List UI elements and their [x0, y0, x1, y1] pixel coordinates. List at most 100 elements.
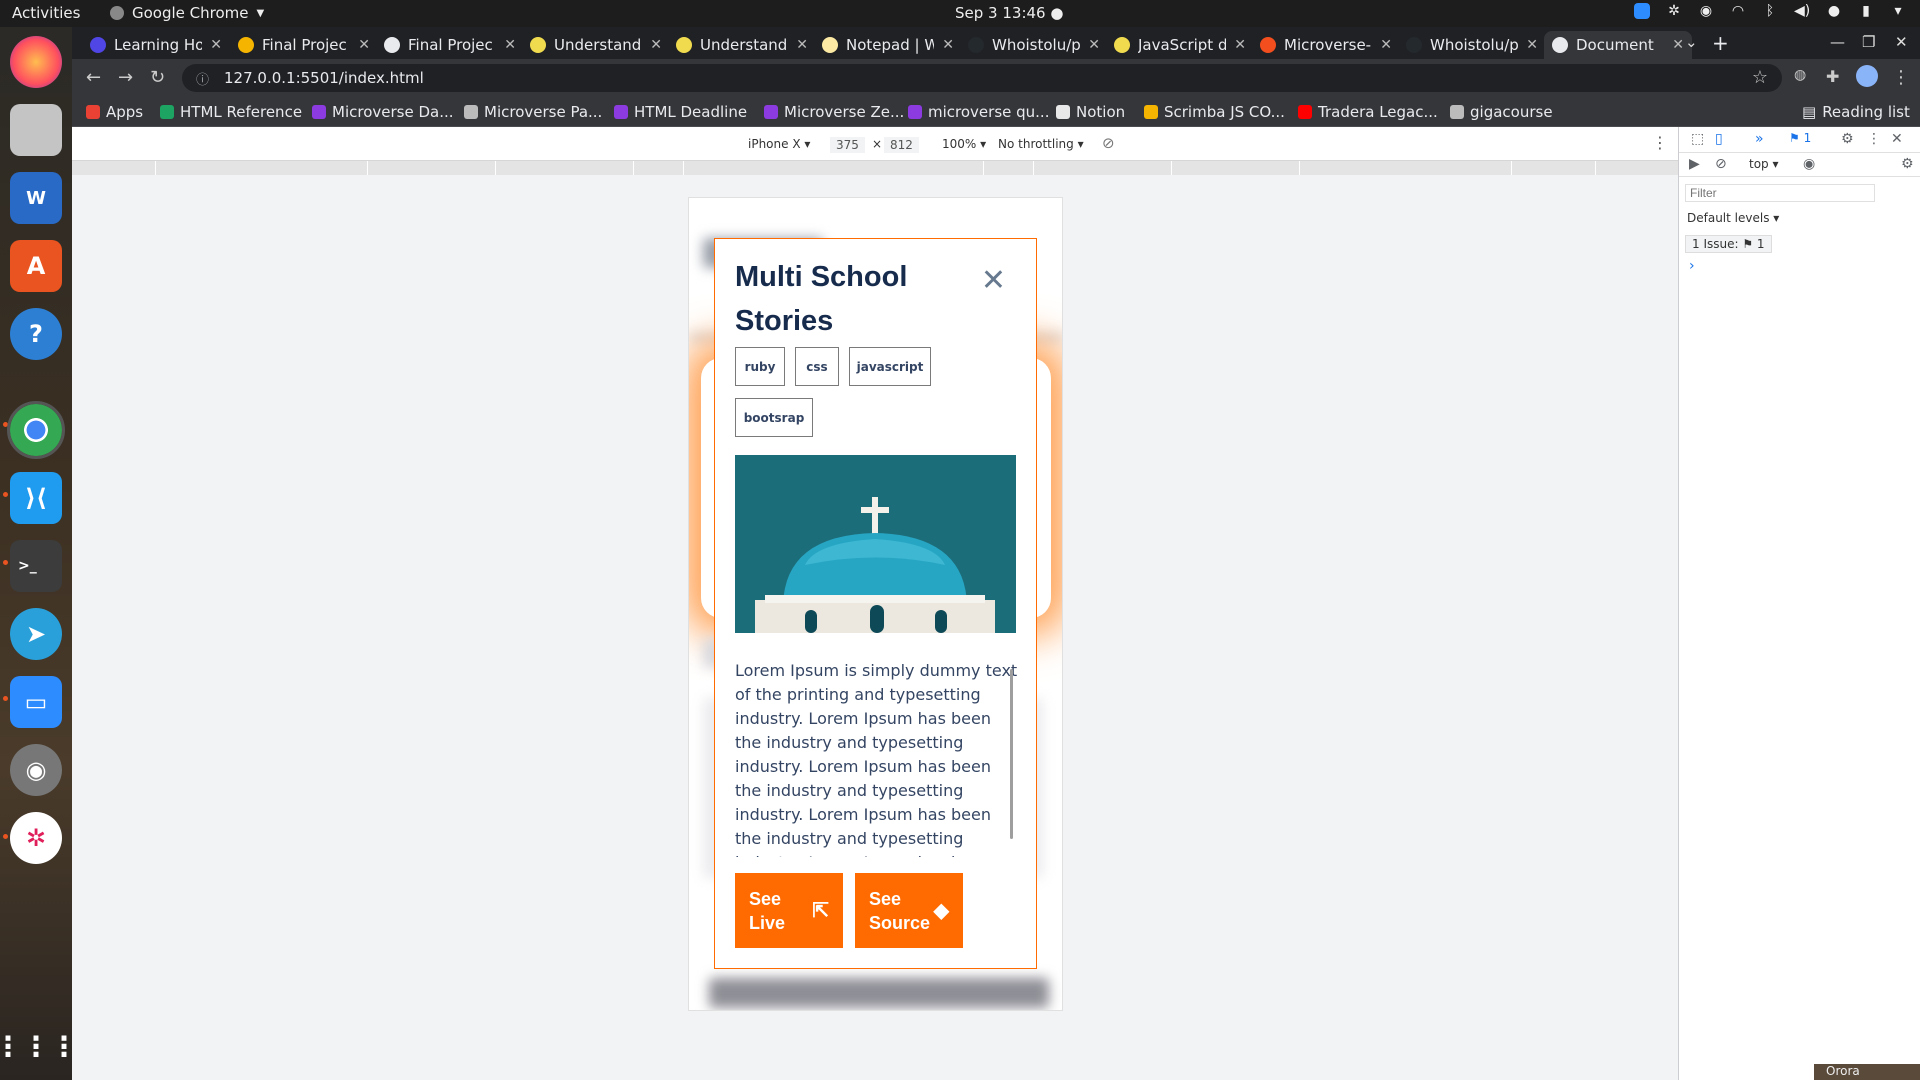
tab-close-icon[interactable]: ✕	[1672, 37, 1684, 53]
bookmark-0[interactable]: Apps	[86, 103, 143, 121]
terminal-icon[interactable]: >_	[10, 540, 62, 592]
devtools-menu-icon[interactable]: ⋮	[1867, 131, 1881, 147]
bookmark-6[interactable]: microverse qu...	[908, 103, 1049, 121]
extensions-puzzle-icon[interactable]: ✚	[1826, 67, 1839, 86]
telegram-icon[interactable]: ➤	[10, 608, 62, 660]
tab-8[interactable]: Microverse- ✕	[1252, 31, 1400, 59]
throttle-select[interactable]: No throttling ▾	[998, 137, 1084, 151]
profile-avatar[interactable]	[1856, 65, 1878, 87]
device-select[interactable]: iPhone X ▾	[748, 137, 810, 151]
tab-0[interactable]: Learning Ho ✕	[82, 31, 230, 59]
eye-icon[interactable]: ◉	[1803, 156, 1815, 172]
settings-icon[interactable]: ⚙	[1841, 131, 1854, 147]
software-center-icon[interactable]: A	[10, 240, 62, 292]
firefox-icon[interactable]	[10, 36, 62, 88]
bookmark-2[interactable]: Microverse Da...	[312, 103, 454, 121]
bookmark-4[interactable]: HTML Deadline	[614, 103, 747, 121]
tab-close-icon[interactable]: ✕	[650, 37, 662, 53]
media-query-bar[interactable]	[72, 161, 1678, 175]
bookmark-star-icon[interactable]: ☆	[1752, 67, 1768, 88]
tab-close-icon[interactable]: ✕	[1234, 37, 1246, 53]
bookmark-1[interactable]: HTML Reference	[160, 103, 302, 121]
device-toolbar-menu-icon[interactable]: ⋮	[1652, 133, 1668, 152]
tab-4[interactable]: Understand ✕	[668, 31, 816, 59]
media-query-segment[interactable]	[984, 161, 1034, 175]
inspect-icon[interactable]: ⬚	[1691, 131, 1704, 147]
zoom-tray-icon[interactable]	[1634, 3, 1650, 19]
more-tabs-icon[interactable]: »	[1755, 131, 1764, 147]
context-select[interactable]: top ▾	[1749, 157, 1779, 171]
bluetooth-icon[interactable]: ᛒ	[1762, 3, 1778, 19]
forward-icon[interactable]: →	[118, 67, 133, 88]
chrome-tray-icon[interactable]: ◉	[1698, 3, 1714, 19]
tab-close-icon[interactable]: ✕	[1526, 37, 1538, 53]
zoom-icon[interactable]: ▭	[10, 676, 62, 728]
device-width-input[interactable]: 375	[830, 137, 865, 153]
reading-list-button[interactable]: ▤ Reading list	[1802, 103, 1910, 121]
chrome-menu-icon[interactable]: ⋮	[1892, 67, 1910, 88]
devtools-close-icon[interactable]: ✕	[1891, 131, 1903, 147]
media-query-segment[interactable]	[368, 161, 496, 175]
device-height-input[interactable]: 812	[884, 137, 919, 153]
extension-icon[interactable]: ◍	[1794, 67, 1806, 83]
bookmark-9[interactable]: Tradera Legac...	[1298, 103, 1438, 121]
microphone-icon[interactable]: ●	[1826, 3, 1842, 19]
description-scrollbar[interactable]	[1010, 669, 1013, 839]
close-icon[interactable]: ✕	[981, 266, 1006, 296]
minimize-icon[interactable]: —	[1830, 33, 1845, 51]
zoom-select[interactable]: 100% ▾	[942, 137, 986, 151]
tab-close-icon[interactable]: ✕	[210, 37, 222, 53]
see-source-button[interactable]: See Source ◆	[855, 873, 963, 948]
writer-icon[interactable]: W	[10, 172, 62, 224]
tab-9[interactable]: Whoistolu/p ✕	[1398, 31, 1546, 59]
tab-close-icon[interactable]: ✕	[1380, 37, 1392, 53]
bookmark-7[interactable]: Notion	[1056, 103, 1125, 121]
tab-close-icon[interactable]: ✕	[358, 37, 370, 53]
tab-close-icon[interactable]: ✕	[942, 37, 954, 53]
restore-icon[interactable]: ❐	[1862, 33, 1875, 51]
address-bar[interactable]: ⓘ 127.0.0.1:5501/index.html ☆	[182, 64, 1782, 92]
tab-3[interactable]: Understand ✕	[522, 31, 670, 59]
window-close-icon[interactable]: ✕	[1895, 33, 1908, 51]
tab-close-icon[interactable]: ✕	[1088, 37, 1100, 53]
media-query-segment[interactable]	[156, 161, 368, 175]
issues-badge[interactable]: 1 Issue: ⚑ 1	[1685, 235, 1772, 253]
back-icon[interactable]: ←	[86, 67, 101, 88]
new-tab-icon[interactable]: +	[1712, 31, 1729, 55]
log-levels-select[interactable]: Default levels ▾	[1687, 211, 1779, 225]
console-prompt[interactable]: ›	[1689, 258, 1695, 274]
battery-icon[interactable]: ▮	[1858, 3, 1874, 19]
slack-icon[interactable]: ✲	[10, 812, 62, 864]
device-toggle-icon[interactable]: ▯	[1715, 131, 1723, 147]
files-icon[interactable]	[10, 104, 62, 156]
show-apps-icon[interactable]: ⋮⋮⋮	[0, 1020, 78, 1072]
tab-10[interactable]: Document ✕	[1544, 31, 1692, 59]
wifi-icon[interactable]: ◠	[1730, 3, 1746, 19]
info-icon[interactable]: ⓘ	[196, 69, 209, 88]
volume-icon[interactable]: ◀)	[1794, 3, 1810, 19]
tab-close-icon[interactable]: ✕	[796, 37, 808, 53]
system-tray[interactable]: ✲ ◉ ◠ ᛒ ◀) ● ▮ ▾	[1634, 3, 1906, 19]
reload-icon[interactable]: ↻	[150, 67, 165, 88]
tab-6[interactable]: Whoistolu/p ✕	[960, 31, 1108, 59]
clear-console-icon[interactable]: ⊘	[1715, 156, 1727, 172]
slack-tray-icon[interactable]: ✲	[1666, 3, 1682, 19]
media-query-segment[interactable]	[1172, 161, 1300, 175]
clock[interactable]: Sep 3 13:46 ●	[955, 4, 1063, 22]
issues-counter[interactable]: ⚑ 1	[1789, 131, 1811, 145]
media-query-segment[interactable]	[1034, 161, 1172, 175]
tab-search-icon[interactable]: ⌄	[1685, 33, 1698, 51]
tab-5[interactable]: Notepad | W ✕	[814, 31, 962, 59]
media-query-segment[interactable]	[496, 161, 634, 175]
bookmark-3[interactable]: Microverse Pa...	[464, 103, 602, 121]
tab-1[interactable]: Final Projec ✕	[230, 31, 378, 59]
app-menu[interactable]: Google Chrome ▼	[110, 4, 264, 22]
bookmark-8[interactable]: Scrimba JS CO...	[1144, 103, 1285, 121]
activities-button[interactable]: Activities	[12, 4, 80, 22]
rotate-icon[interactable]: ⊘	[1102, 134, 1115, 152]
chrome-icon[interactable]	[7, 401, 65, 459]
media-query-segment[interactable]	[72, 161, 156, 175]
media-query-segment[interactable]	[1300, 161, 1512, 175]
power-menu-icon[interactable]: ▾	[1890, 3, 1906, 19]
tab-2[interactable]: Final Projec ✕	[376, 31, 524, 59]
